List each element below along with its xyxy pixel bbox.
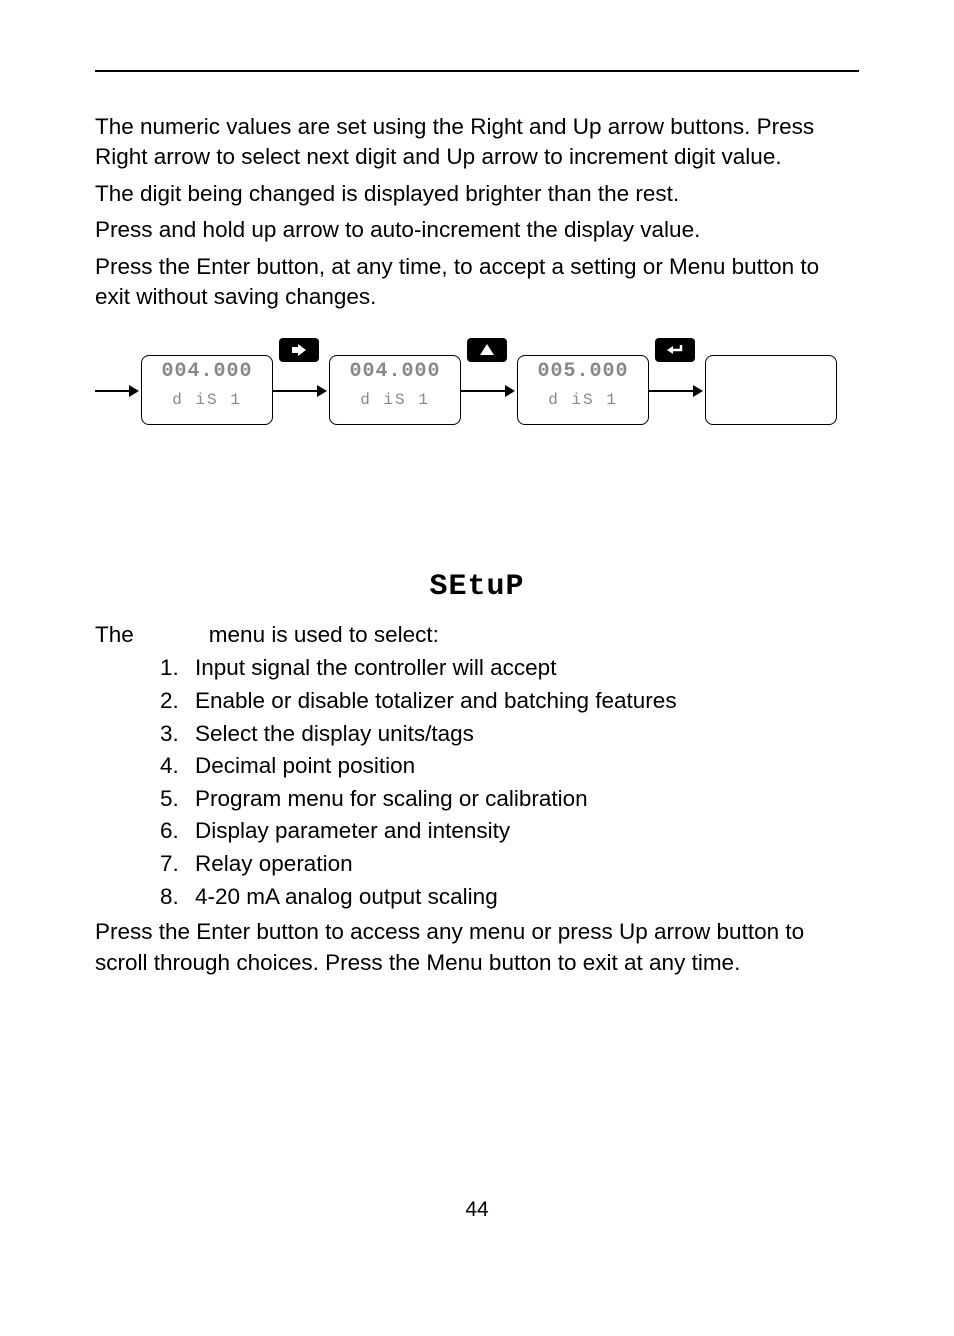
setup-outro: Press the Enter button to access any men… (95, 917, 859, 978)
display-sequence-diagram: 004.000 d iS 1 004.000 d iS 1 005.000 d … (95, 350, 859, 440)
list-item: Display parameter and intensity (185, 815, 859, 848)
display-top-value: 005.000 (518, 362, 648, 382)
setup-heading: SEtuP (95, 570, 859, 604)
setup-list: Input signal the controller will accept … (95, 652, 859, 913)
display-top-value: 004.000 (142, 362, 272, 382)
intro-paragraphs: The numeric values are set using the Rig… (95, 112, 859, 312)
display-box: 005.000 d iS 1 (517, 355, 649, 425)
list-item: Decimal point position (185, 750, 859, 783)
list-item: Relay operation (185, 848, 859, 881)
paragraph-2: The digit being changed is displayed bri… (95, 179, 859, 209)
flow-arrow (649, 390, 701, 392)
display-bottom-label: d iS 1 (518, 392, 648, 408)
flow-arrow (273, 390, 325, 392)
horizontal-rule (95, 70, 859, 72)
display-bottom-label: d iS 1 (142, 392, 272, 408)
right-arrow-icon (291, 343, 307, 357)
paragraph-1: The numeric values are set using the Rig… (95, 112, 859, 173)
display-top-value: 004.000 (330, 362, 460, 382)
list-item: Input signal the controller will accept (185, 652, 859, 685)
list-item: Program menu for scaling or calibration (185, 783, 859, 816)
flow-arrow (461, 390, 513, 392)
up-arrow-icon (479, 343, 495, 357)
display-box: 004.000 d iS 1 (329, 355, 461, 425)
setup-section: The menu is used to select: Input signal… (95, 622, 859, 978)
paragraph-3: Press and hold up arrow to auto-incremen… (95, 215, 859, 245)
enter-icon (665, 343, 685, 357)
up-arrow-button (467, 338, 507, 362)
flow-arrow (95, 390, 137, 392)
setup-intro-post: menu is used to select: (209, 622, 439, 647)
list-item: Enable or disable totalizer and batching… (185, 685, 859, 718)
right-arrow-button (279, 338, 319, 362)
page-number: 44 (0, 1198, 954, 1222)
display-bottom-label: d iS 1 (330, 392, 460, 408)
list-item: 4-20 mA analog output scaling (185, 881, 859, 914)
paragraph-4: Press the Enter button, at any time, to … (95, 252, 859, 313)
setup-intro: The menu is used to select: (95, 622, 859, 648)
display-box-empty (705, 355, 837, 425)
enter-button (655, 338, 695, 362)
setup-intro-pre: The (95, 622, 134, 647)
list-item: Select the display units/tags (185, 718, 859, 751)
display-box: 004.000 d iS 1 (141, 355, 273, 425)
